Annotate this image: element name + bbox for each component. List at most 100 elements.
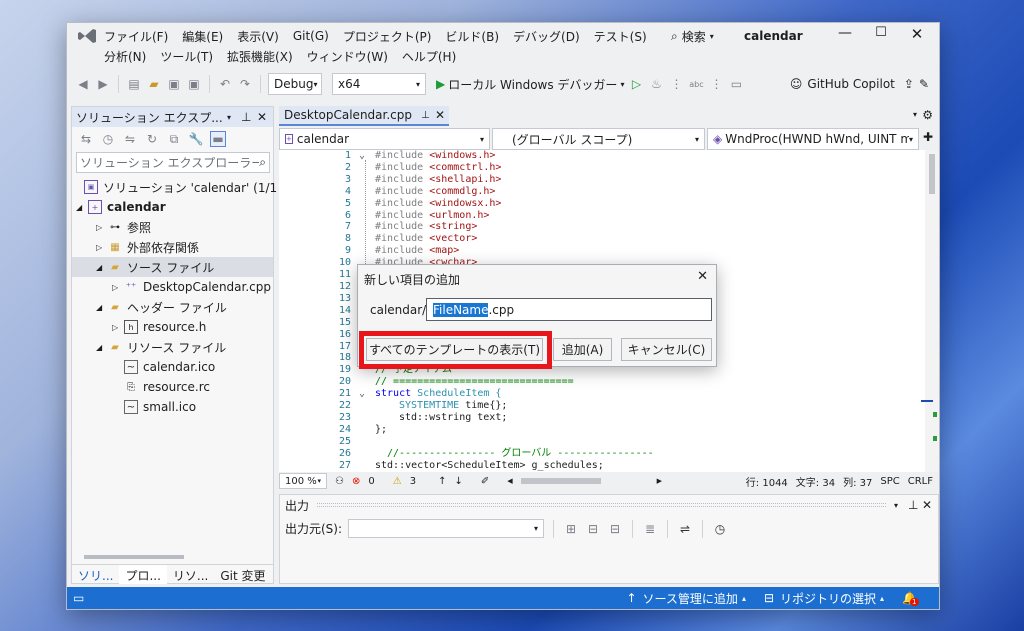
tree-item-resource-rc[interactable]: ⎘ resource.rc: [124, 377, 210, 397]
output-source-select[interactable]: ▾: [348, 519, 545, 538]
menu-build[interactable]: ビルド(B): [438, 28, 506, 45]
redo-icon[interactable]: ↷: [237, 76, 253, 92]
collapse-all-icon[interactable]: ⧉: [166, 131, 182, 147]
toolbar-options-icon[interactable]: ⋮: [708, 76, 724, 92]
find-message-icon[interactable]: ⊞: [563, 521, 579, 537]
nav-project-select[interactable]: + calendar ▾: [279, 128, 490, 150]
menu-help[interactable]: ヘルプ(H): [395, 48, 463, 65]
search-box[interactable]: ⌕ 検索 ▾: [671, 28, 714, 45]
pin-icon[interactable]: ⊥: [908, 498, 922, 512]
solution-search-input[interactable]: ソリューション エクスプローラー ⌕: [76, 152, 270, 173]
word-wrap-icon[interactable]: ⇌: [677, 521, 693, 537]
spc-indicator[interactable]: SPC: [880, 476, 899, 487]
save-icon[interactable]: ▣: [166, 76, 182, 92]
run-without-debug-icon[interactable]: ▷: [628, 76, 644, 92]
preview-icon[interactable]: ▬: [210, 131, 226, 147]
share-icon[interactable]: ⇪: [904, 77, 914, 91]
nav-scope-select[interactable]: (グローバル スコープ) ▾: [492, 128, 705, 150]
dropdown-icon[interactable]: ▾: [894, 501, 908, 510]
menu-edit[interactable]: 編集(E): [175, 28, 230, 45]
scroll-right-icon[interactable]: ▶: [657, 477, 662, 485]
tab-resources[interactable]: リソ...: [167, 565, 214, 584]
tree-item-resource-files[interactable]: ◢ ▰ リソース ファイル: [96, 337, 226, 357]
tree-item-resource-h[interactable]: ▷ h resource.h: [112, 317, 206, 337]
spell-check-icon[interactable]: abc: [688, 76, 704, 92]
forward-icon[interactable]: ▶: [95, 76, 111, 92]
add-to-source-control[interactable]: ソース管理に追加: [643, 590, 738, 607]
layout-icon[interactable]: ▭: [728, 76, 744, 92]
split-icon[interactable]: ✚: [923, 130, 933, 144]
close-icon[interactable]: ✕: [922, 498, 938, 512]
intellicode-icon[interactable]: ⚇: [335, 476, 344, 487]
refresh-icon[interactable]: ↻: [144, 131, 160, 147]
pending-changes-icon[interactable]: ⇋: [122, 131, 138, 147]
tab-list-icon[interactable]: ▾: [913, 110, 917, 119]
warning-icon[interactable]: ⚠: [393, 476, 402, 487]
menu-test[interactable]: テスト(S): [587, 28, 654, 45]
menu-tools[interactable]: ツール(T): [153, 48, 220, 65]
select-repository[interactable]: リポジトリの選択: [780, 590, 876, 607]
next-message-icon[interactable]: ⊟: [607, 521, 623, 537]
toolbar-overflow-icon[interactable]: ⋮: [668, 76, 684, 92]
prev-message-icon[interactable]: ⊟: [585, 521, 601, 537]
menu-window[interactable]: ウィンドウ(W): [300, 48, 395, 65]
hot-reload-icon[interactable]: ♨: [648, 76, 664, 92]
gear-icon[interactable]: ⚙: [922, 108, 933, 122]
menu-project[interactable]: プロジェクト(P): [336, 28, 439, 45]
nav-member-select[interactable]: ◈ WndProc(HWND hWnd, UINT ms ▾: [707, 128, 919, 150]
config-select[interactable]: Debug ▾: [268, 73, 322, 95]
menu-debug[interactable]: デバッグ(D): [506, 28, 587, 45]
editor-hscroll-thumb[interactable]: [520, 478, 601, 484]
minimize-icon[interactable]: —: [827, 25, 863, 43]
properties-icon[interactable]: 🔧: [188, 131, 204, 147]
error-icon[interactable]: ⊗: [352, 476, 360, 487]
menu-file[interactable]: ファイル(F): [97, 28, 175, 45]
tree-item-source-files[interactable]: ◢ ▰ ソース ファイル: [72, 257, 273, 277]
feedback-icon[interactable]: ▭: [73, 591, 84, 605]
close-icon[interactable]: ✕: [435, 108, 449, 122]
new-project-icon[interactable]: ▤: [126, 76, 142, 92]
tab-desktopcalendar[interactable]: DesktopCalendar.cpp ⊥ ✕: [279, 106, 449, 126]
scroll-left-icon[interactable]: ◀: [507, 477, 512, 485]
start-debug-button[interactable]: ▶ ローカル Windows デバッガー ▾: [436, 76, 624, 93]
tab-properties[interactable]: プロ...: [119, 565, 167, 584]
cleanup-icon[interactable]: ✐: [481, 476, 489, 487]
tree-item-small-ico[interactable]: ~ small.ico: [124, 397, 196, 417]
tree-item-header-files[interactable]: ◢ ▰ ヘッダー ファイル: [96, 297, 227, 317]
tree-item-external-deps[interactable]: ▷ ▦ 外部依存関係: [96, 237, 199, 257]
tree-item-solution[interactable]: ▣ ソリューション 'calendar' (1/1 の: [84, 177, 293, 197]
crlf-indicator[interactable]: CRLF: [908, 476, 933, 487]
timestamp-icon[interactable]: ◷: [712, 521, 728, 537]
arrow-down-icon[interactable]: ↓: [454, 476, 462, 487]
sync-icon[interactable]: ⇆: [78, 131, 94, 147]
cancel-button[interactable]: キャンセル(C): [621, 338, 712, 361]
menu-git[interactable]: Git(G): [286, 29, 336, 43]
github-copilot-button[interactable]: ☺ GitHub Copilot ⇪ ✎: [790, 77, 929, 91]
history-icon[interactable]: ◷: [100, 131, 116, 147]
tree-item-references[interactable]: ▷ ⊶ 参照: [96, 217, 151, 237]
save-all-icon[interactable]: ▣: [186, 76, 202, 92]
menu-extensions[interactable]: 拡張機能(X): [220, 48, 300, 65]
open-folder-icon[interactable]: ▰: [146, 76, 162, 92]
tab-git-changes[interactable]: Git 変更: [214, 565, 271, 584]
close-icon[interactable]: ✕: [697, 269, 708, 284]
notification-bell-icon[interactable]: 🔔 1: [902, 591, 919, 606]
close-icon[interactable]: ✕: [899, 25, 935, 43]
feedback-icon[interactable]: ✎: [919, 77, 929, 91]
back-icon[interactable]: ◀: [75, 76, 91, 92]
tree-item-calendar-ico[interactable]: ~ calendar.ico: [124, 357, 215, 377]
pin-icon[interactable]: ⊥: [241, 110, 257, 124]
filename-input[interactable]: FileName .cpp: [426, 298, 712, 321]
close-icon[interactable]: ✕: [257, 110, 273, 124]
vertical-scrollbar[interactable]: [921, 150, 939, 472]
menu-analyze[interactable]: 分析(N): [97, 48, 153, 65]
undo-icon[interactable]: ↶: [217, 76, 233, 92]
zoom-select[interactable]: 100 % ▾: [279, 473, 327, 489]
arrow-up-icon[interactable]: ↑: [438, 476, 446, 487]
tab-solution[interactable]: ソリ...: [72, 565, 119, 584]
horizontal-scrollbar[interactable]: [76, 553, 268, 561]
clear-all-icon[interactable]: ≣: [642, 521, 658, 537]
tree-item-desktopcalendar-cpp[interactable]: ▷ ⁺⁺ DesktopCalendar.cpp: [112, 277, 271, 297]
platform-select[interactable]: x64 ▾: [332, 73, 426, 95]
maximize-icon[interactable]: ☐: [863, 25, 899, 43]
